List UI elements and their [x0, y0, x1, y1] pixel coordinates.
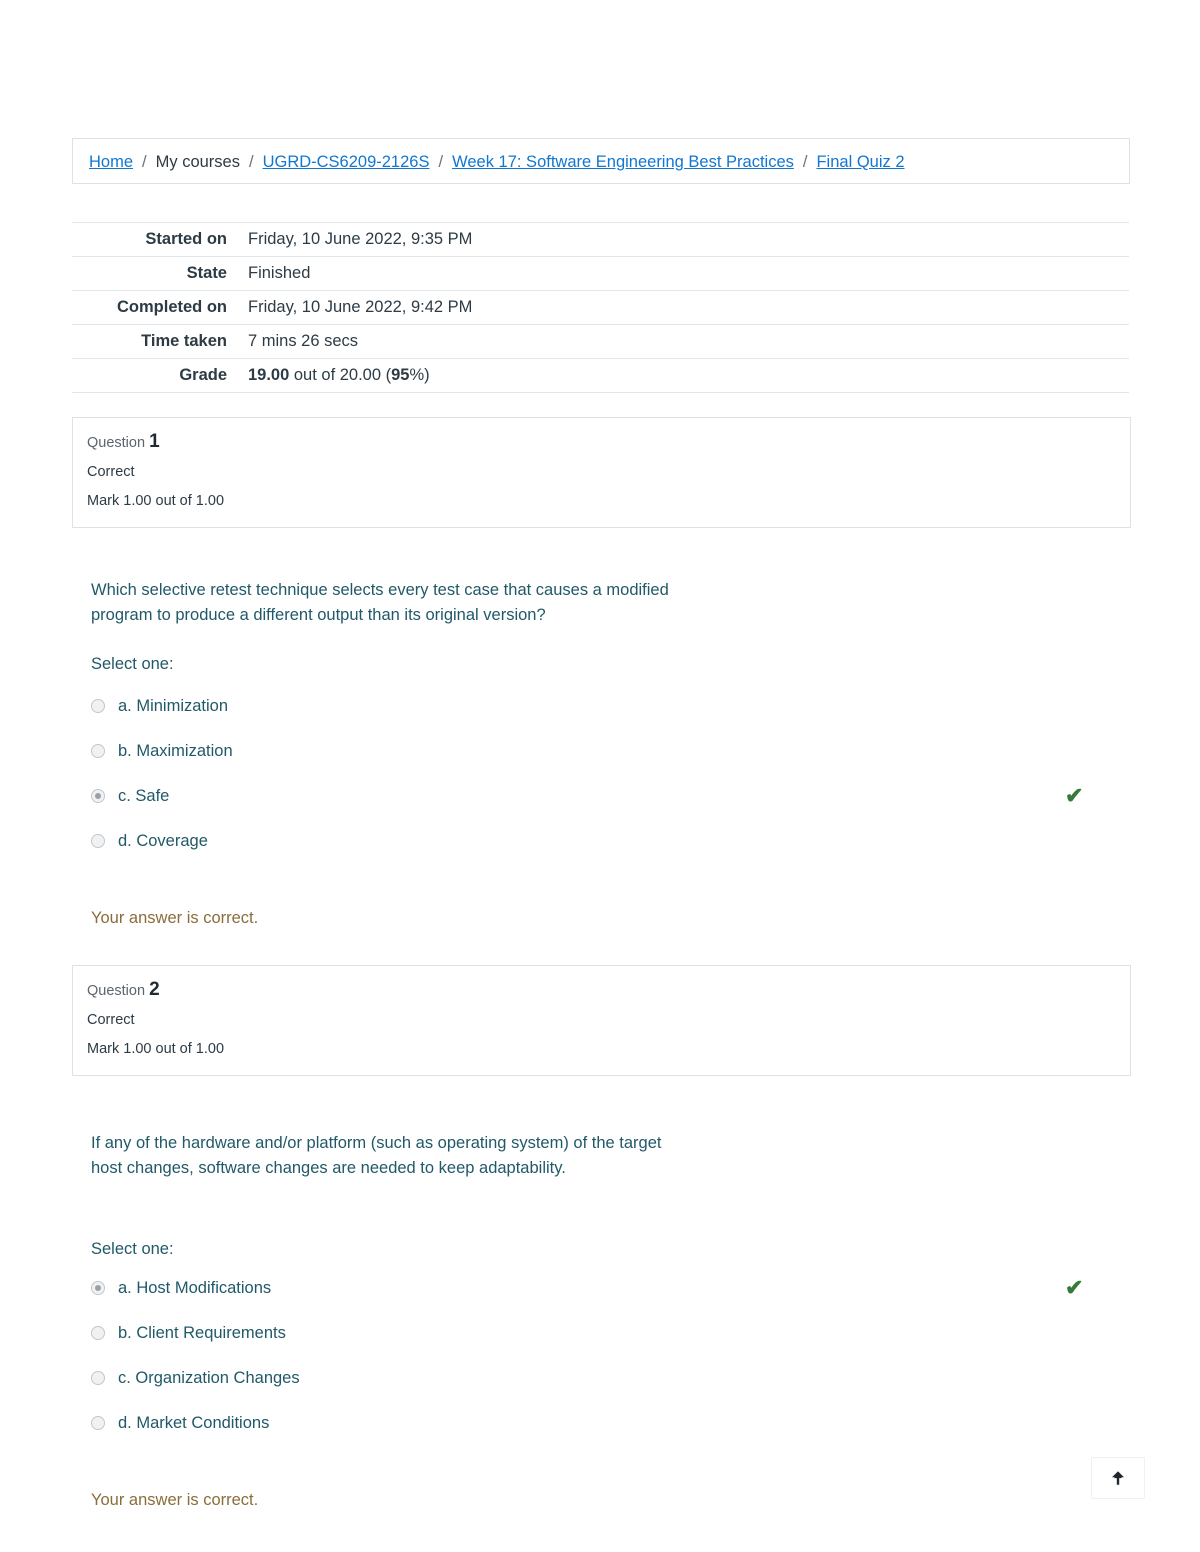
attempt-summary-table: Started on Friday, 10 June 2022, 9:35 PM…	[72, 222, 1129, 393]
answer-option-1b[interactable]: b. Maximization	[91, 728, 1130, 773]
breadcrumb-separator: /	[802, 153, 808, 171]
answer-label: c. Organization Changes	[118, 1368, 300, 1387]
select-one-label-2: Select one:	[91, 1240, 174, 1258]
answer-option-1c[interactable]: c. Safe ✔	[91, 773, 1130, 818]
question-text-1: Which selective retest technique selects…	[91, 581, 669, 624]
breadcrumb-item-course[interactable]: UGRD-CS6209-2126S	[263, 151, 430, 173]
grade-suffix: %)	[409, 366, 430, 384]
answer-option-2a[interactable]: a. Host Modifications ✔	[91, 1265, 1130, 1310]
question-feedback-1: Your answer is correct.	[91, 909, 259, 927]
answer-label: d. Coverage	[118, 831, 208, 850]
scroll-to-top-button[interactable]	[1091, 1457, 1145, 1499]
summary-value-grade: 19.00 out of 20.00 (95%)	[237, 359, 1129, 393]
answer-label: c. Safe	[118, 786, 170, 805]
answer-option-2c[interactable]: c. Organization Changes	[91, 1355, 1130, 1400]
answer-option-1a[interactable]: a. Minimization	[91, 683, 1130, 728]
radio-icon-selected[interactable]	[91, 788, 105, 803]
answer-option-2d[interactable]: d. Market Conditions	[91, 1400, 1130, 1445]
summary-label-state: State	[186, 264, 227, 282]
radio-icon[interactable]	[91, 833, 105, 848]
summary-label-grade: Grade	[179, 366, 227, 384]
radio-icon[interactable]	[91, 1325, 105, 1340]
quiz-review-page: Home / My courses / UGRD-CS6209-2126S / …	[72, 0, 1131, 1511]
correct-check-icon: ✔	[1065, 782, 1084, 808]
question-block-2: Question 2 Correct Mark 1.00 out of 1.00…	[72, 965, 1131, 1511]
answer-option-1d[interactable]: d. Coverage	[91, 818, 1130, 863]
question-number-value: 2	[149, 979, 160, 1000]
breadcrumb: Home / My courses / UGRD-CS6209-2126S / …	[72, 138, 1130, 184]
question-number-value: 1	[149, 431, 160, 452]
summary-label-time-taken: Time taken	[141, 332, 227, 350]
table-row: Completed on Friday, 10 June 2022, 9:42 …	[72, 290, 1129, 325]
summary-label-started-on: Started on	[145, 230, 227, 248]
answer-option-2b[interactable]: b. Client Requirements	[91, 1310, 1130, 1355]
radio-icon[interactable]	[91, 698, 105, 713]
question-feedback-2: Your answer is correct.	[91, 1491, 259, 1509]
grade-percent: 95	[391, 366, 410, 384]
breadcrumb-separator: /	[438, 153, 444, 171]
question-number-2: Question 2	[87, 980, 1116, 1001]
radio-icon[interactable]	[91, 743, 105, 758]
summary-value-state: Finished	[248, 264, 311, 282]
question-text-2: If any of the hardware and/or platform (…	[91, 1134, 662, 1177]
radio-icon[interactable]	[91, 1415, 105, 1430]
table-row: Started on Friday, 10 June 2022, 9:35 PM	[72, 222, 1129, 257]
question-block-1: Question 1 Correct Mark 1.00 out of 1.00…	[72, 417, 1131, 929]
answer-label: b. Client Requirements	[118, 1323, 286, 1342]
correct-check-icon: ✔	[1065, 1274, 1084, 1300]
breadcrumb-item-week[interactable]: Week 17: Software Engineering Best Pract…	[452, 151, 794, 173]
breadcrumb-separator: /	[248, 153, 254, 171]
answer-list-2: a. Host Modifications ✔ b. Client Requir…	[91, 1265, 1130, 1445]
question-state-2: Correct	[87, 1012, 135, 1028]
question-state-1: Correct	[87, 464, 135, 480]
answer-label: a. Host Modifications	[118, 1278, 272, 1297]
breadcrumb-item-home[interactable]: Home	[89, 151, 133, 173]
breadcrumb-separator: /	[142, 153, 147, 171]
select-one-label-1: Select one:	[91, 655, 174, 673]
arrow-up-icon	[1109, 1469, 1127, 1487]
question-body-2: If any of the hardware and/or platform (…	[72, 1131, 1130, 1511]
table-row: Grade 19.00 out of 20.00 (95%)	[72, 358, 1129, 393]
breadcrumb-item-quiz[interactable]: Final Quiz 2	[816, 151, 904, 173]
answer-label: b. Maximization	[118, 741, 233, 760]
answer-list-1: a. Minimization b. Maximization c. Safe …	[91, 683, 1130, 863]
summary-value-time-taken: 7 mins 26 secs	[248, 332, 359, 350]
summary-value-started-on: Friday, 10 June 2022, 9:35 PM	[248, 230, 473, 248]
table-row: Time taken 7 mins 26 secs	[72, 324, 1129, 359]
question-number-1: Question 1	[87, 432, 1116, 453]
radio-icon[interactable]	[91, 1370, 105, 1385]
grade-score: 19.00	[248, 366, 290, 384]
question-body-1: Which selective retest technique selects…	[72, 578, 1130, 929]
answer-label: d. Market Conditions	[118, 1413, 270, 1432]
grade-middle: out of 20.00 (	[289, 366, 392, 384]
summary-value-completed-on: Friday, 10 June 2022, 9:42 PM	[248, 298, 473, 316]
question-info-1: Question 1 Correct Mark 1.00 out of 1.00	[72, 417, 1131, 528]
question-number-label: Question	[87, 983, 146, 999]
question-number-label: Question	[87, 435, 146, 451]
table-row: State Finished	[72, 256, 1129, 291]
question-info-2: Question 2 Correct Mark 1.00 out of 1.00	[72, 965, 1131, 1076]
answer-label: a. Minimization	[118, 696, 229, 715]
question-mark-2: Mark 1.00 out of 1.00	[87, 1041, 225, 1057]
breadcrumb-item-my-courses: My courses	[155, 153, 240, 171]
summary-label-completed-on: Completed on	[117, 298, 227, 316]
question-mark-1: Mark 1.00 out of 1.00	[87, 493, 225, 509]
radio-icon-selected[interactable]	[91, 1280, 105, 1295]
